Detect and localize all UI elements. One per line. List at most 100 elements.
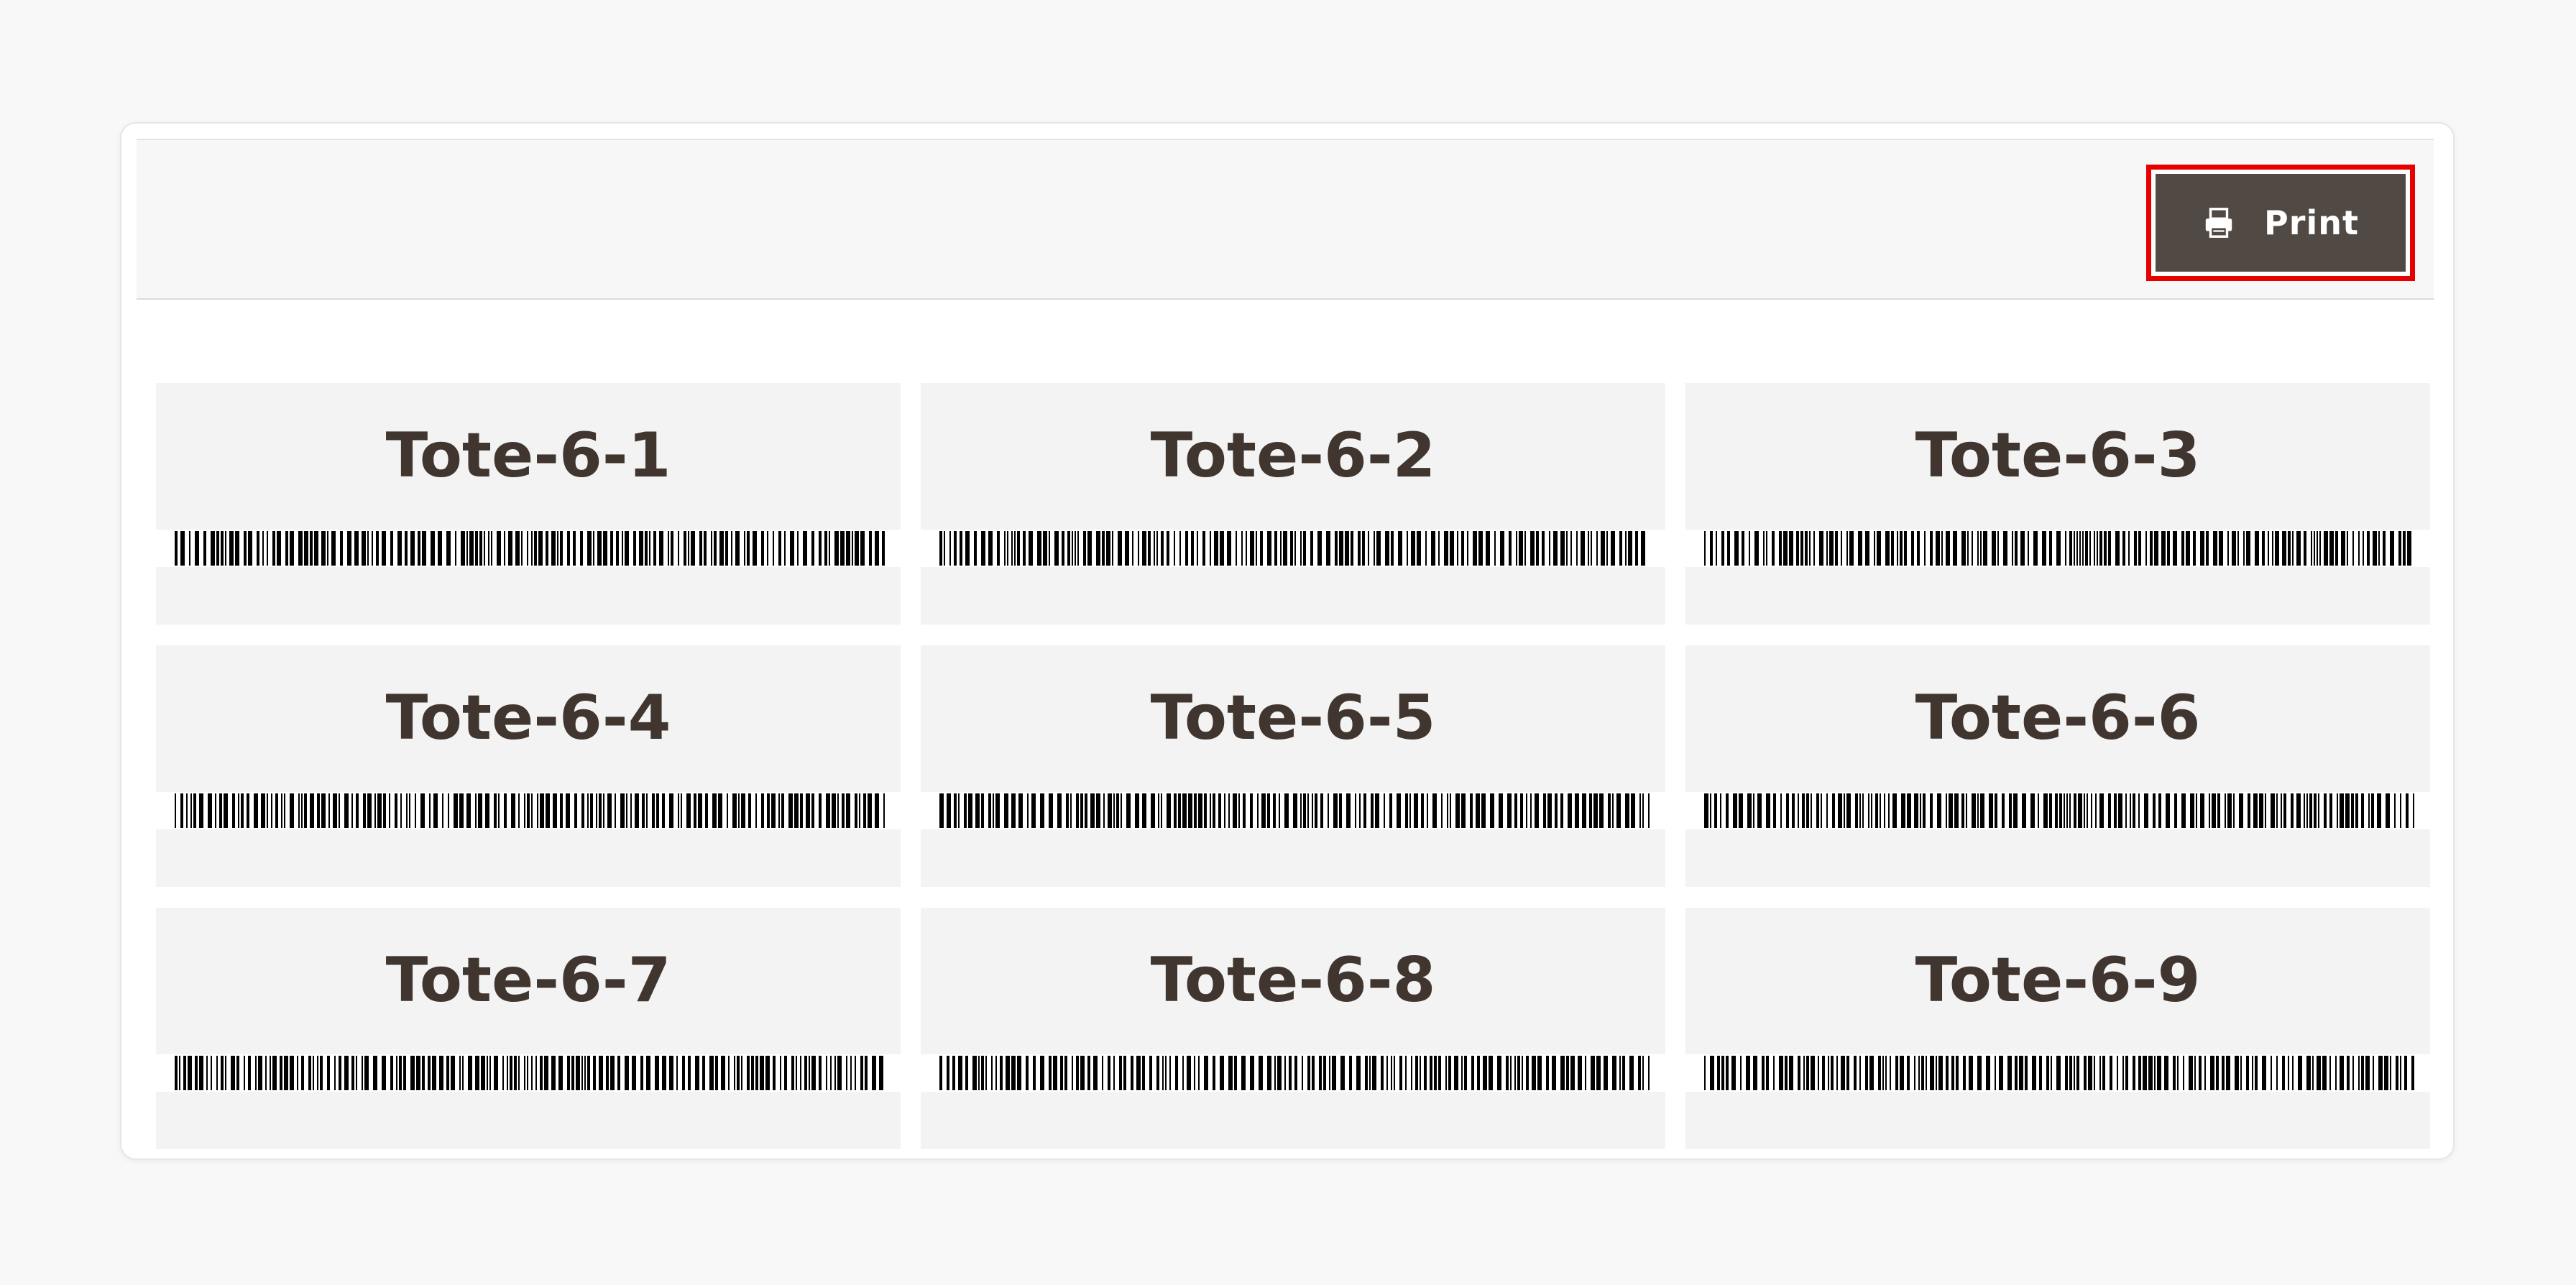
barcode-bar [599, 1056, 603, 1090]
barcode-bar [1568, 793, 1572, 828]
barcode-bar [1250, 1056, 1254, 1090]
barcode-bar [1303, 793, 1306, 828]
barcode-bar [2055, 793, 2058, 828]
barcode-bar [195, 531, 199, 566]
barcode-bar [1739, 793, 1743, 828]
barcode-bar [2130, 793, 2131, 828]
barcode-bar [193, 793, 196, 828]
barcode-bar [1284, 793, 1289, 828]
barcode-bar [747, 531, 750, 566]
barcode-bar [428, 1056, 431, 1090]
barcode-bar [1920, 793, 1921, 828]
barcode-bar [1307, 1056, 1310, 1090]
barcode-bar [1575, 793, 1579, 828]
barcode-bar [1461, 1056, 1463, 1090]
barcode-bar [1033, 1056, 1036, 1090]
barcode-bar [1780, 793, 1782, 828]
barcode-bar [1391, 531, 1394, 566]
barcode-bar [860, 531, 865, 566]
barcode-bar [1835, 531, 1838, 566]
print-button[interactable]: Print [2156, 174, 2406, 272]
barcode-bar [968, 793, 972, 828]
barcode-bar [382, 1056, 386, 1090]
barcode-bar [2015, 531, 2018, 566]
barcode-bar [1995, 1056, 1996, 1090]
barcode-bar [640, 1056, 643, 1090]
barcode-bar [1588, 531, 1589, 566]
barcode-bar [1267, 531, 1271, 566]
barcode-strip [1685, 792, 2430, 829]
barcode-bar [1582, 793, 1586, 828]
barcode-bar [2033, 531, 2038, 566]
barcode-bar [1057, 793, 1062, 828]
barcode-bar [581, 793, 584, 828]
barcode-bar [2317, 1056, 2321, 1090]
barcode-bar [560, 531, 563, 566]
barcode-bar [2351, 793, 2354, 828]
barcode-bar [727, 793, 728, 828]
barcode-bar [800, 793, 803, 828]
barcode-bar [1537, 1056, 1542, 1090]
barcode-bar [732, 793, 737, 828]
barcode-bar [735, 531, 740, 566]
barcode-bar [1802, 793, 1805, 828]
barcode-bar [1989, 793, 1993, 828]
barcode-bar [622, 531, 623, 566]
barcode-bar [2227, 531, 2229, 566]
barcode-bar [1335, 531, 1338, 566]
barcode-bar [784, 531, 786, 566]
barcode-bar [1596, 531, 1598, 566]
barcode-bar [2148, 1056, 2153, 1090]
barcode-bar [694, 793, 696, 828]
barcode-bar [2157, 1056, 2161, 1090]
barcode-bar [728, 1056, 730, 1090]
print-button-label: Print [2264, 203, 2359, 242]
barcode-bar [744, 531, 745, 566]
barcode-bar [1532, 1056, 1536, 1090]
barcode-bar [1930, 1056, 1934, 1090]
barcode-bar [1220, 1056, 1224, 1090]
barcode-bar [406, 793, 408, 828]
barcode-bar [2324, 531, 2328, 566]
barcode-bar [2049, 531, 2052, 566]
barcode-bar [1398, 531, 1402, 566]
barcode-bar [2358, 531, 2360, 566]
barcode-bar [429, 793, 431, 828]
barcode-bar [1471, 1056, 1474, 1090]
barcode-bar [1509, 531, 1512, 566]
barcode-bar [216, 531, 219, 566]
barcode-bar [2133, 1056, 2135, 1090]
barcode-bar [761, 793, 764, 828]
barcode-bar [514, 1056, 517, 1090]
barcode-bar [868, 793, 872, 828]
barcode-bar [1762, 1056, 1765, 1090]
barcode-bar [521, 531, 523, 566]
barcode-bar [855, 1056, 856, 1090]
barcode-bar [1704, 531, 1706, 566]
barcode-bar [389, 793, 390, 828]
barcode [939, 531, 1645, 566]
barcode-bar [2038, 793, 2039, 828]
barcode [939, 1056, 1650, 1090]
barcode-bar [863, 793, 866, 828]
barcode-bar [811, 1056, 816, 1090]
barcode-bar [1619, 1056, 1621, 1090]
barcode-bar [2309, 793, 2312, 828]
barcode-bar [659, 531, 663, 566]
barcode-bar [1148, 531, 1151, 566]
barcode-bar [646, 1056, 650, 1090]
tote-label-title: Tote-6-4 [385, 682, 671, 754]
barcode-bar [1798, 1056, 1800, 1090]
barcode-bar [2403, 531, 2406, 566]
barcode-bar [662, 1056, 666, 1090]
barcode-bar [2288, 1056, 2289, 1090]
barcode-bar [1454, 1056, 1458, 1090]
barcode-bar [1178, 793, 1181, 828]
barcode-bar [1478, 531, 1483, 566]
barcode-bar [247, 793, 249, 828]
barcode-bar [1290, 531, 1293, 566]
barcode-bar [1118, 531, 1122, 566]
barcode-bar [1131, 1056, 1133, 1090]
barcode-bar [189, 531, 190, 566]
barcode-bar [855, 793, 857, 828]
